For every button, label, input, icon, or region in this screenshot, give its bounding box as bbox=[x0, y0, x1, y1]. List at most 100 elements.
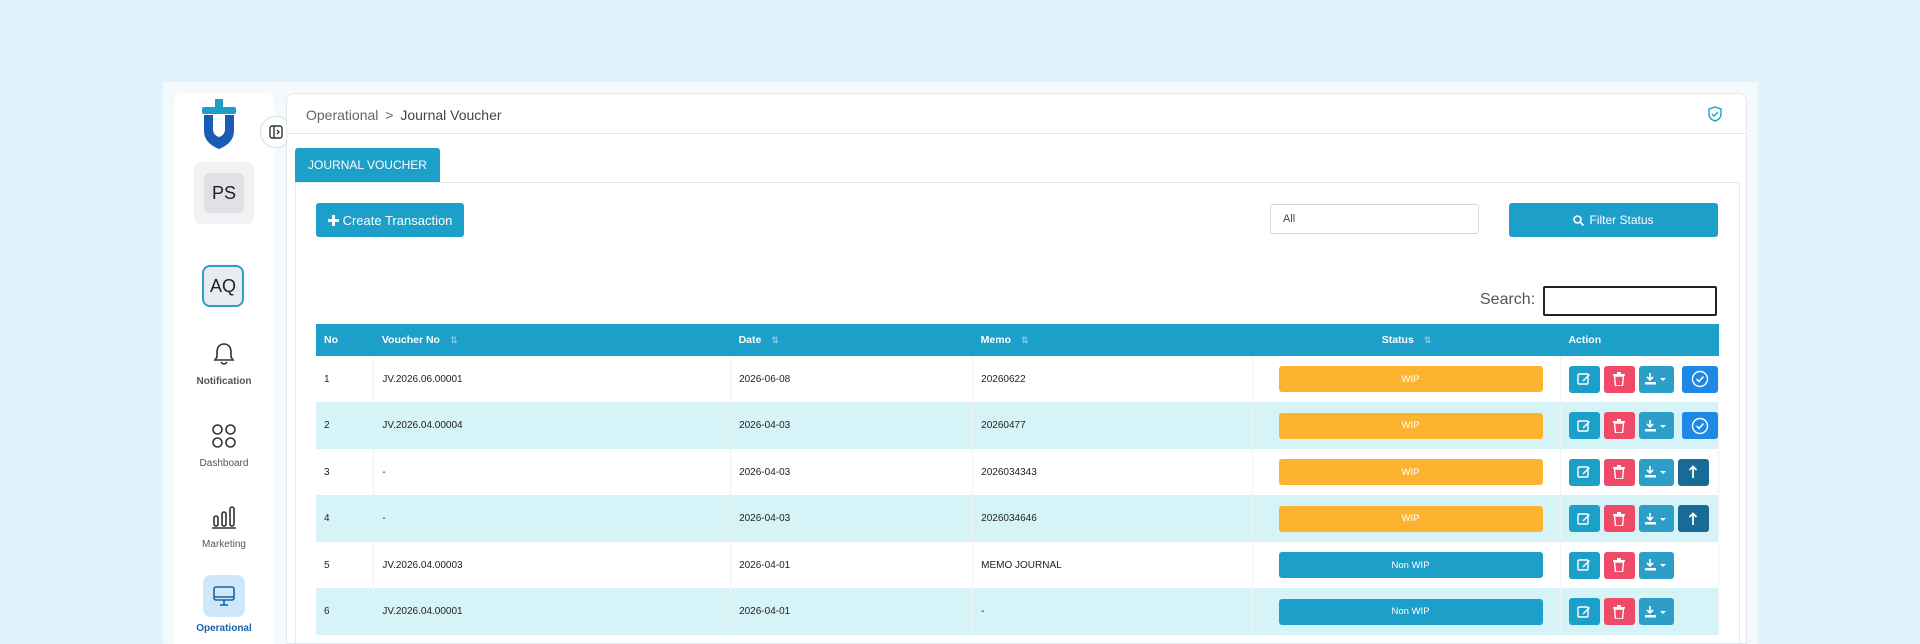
download-icon bbox=[1645, 559, 1667, 571]
sort-icon: ⇅ bbox=[771, 335, 779, 345]
edit-button[interactable] bbox=[1568, 365, 1600, 393]
delete-button[interactable] bbox=[1603, 551, 1635, 579]
status-badge: WIP bbox=[1278, 459, 1543, 485]
trash-icon bbox=[1613, 372, 1626, 386]
status-badge: Non WIP bbox=[1278, 598, 1543, 625]
cell-date: 2026-06-08 bbox=[730, 356, 974, 402]
download-dropdown-button[interactable] bbox=[1638, 598, 1674, 625]
user-profile-card[interactable]: PS bbox=[194, 162, 254, 224]
cell-status: Non WIP bbox=[1252, 588, 1561, 635]
cell-voucher-no: JV.2026.04.00003 bbox=[373, 542, 732, 588]
cell-memo: 2026034343 bbox=[972, 449, 1254, 495]
cell-date: 2026-04-03 bbox=[730, 495, 974, 542]
cell-memo: - bbox=[972, 588, 1254, 635]
cell-actions bbox=[1560, 356, 1720, 402]
filter-status-button[interactable]: Filter Status bbox=[1509, 203, 1718, 237]
cell-actions bbox=[1560, 402, 1720, 449]
edit-icon bbox=[1577, 419, 1591, 432]
upload-button[interactable] bbox=[1677, 505, 1709, 532]
status-badge: WIP bbox=[1278, 505, 1543, 532]
sidebar-item-operational[interactable]: Operational bbox=[174, 575, 274, 634]
table-row: 6 JV.2026.04.00001 2026-04-01 - Non WIP bbox=[316, 588, 1720, 635]
column-header-no[interactable]: No bbox=[316, 324, 374, 356]
sort-icon: ⇅ bbox=[449, 335, 458, 345]
filter-status-label: Filter Status bbox=[1589, 213, 1654, 227]
account-avatar[interactable]: AQ bbox=[202, 265, 244, 307]
column-header-voucher-no[interactable]: Voucher No ⇅ bbox=[373, 324, 731, 356]
cell-date: 2026-04-03 bbox=[730, 402, 974, 449]
cell-actions bbox=[1560, 542, 1720, 588]
column-header-status[interactable]: Status ⇅ bbox=[1252, 324, 1561, 356]
sort-icon: ⇅ bbox=[1423, 335, 1432, 345]
shield-check-icon bbox=[1708, 106, 1722, 127]
cell-status: WIP bbox=[1252, 356, 1561, 402]
search-icon bbox=[1573, 214, 1585, 226]
main-panel: Operational > Journal Voucher JOURNAL VO… bbox=[286, 93, 1747, 644]
search-label: Search: bbox=[1480, 291, 1536, 308]
user-avatar: PS bbox=[204, 173, 244, 213]
delete-button[interactable] bbox=[1603, 412, 1635, 439]
cell-memo: MEMO JOURNAL bbox=[972, 542, 1254, 588]
create-transaction-button[interactable]: Create Transaction bbox=[316, 203, 464, 237]
tab-journal-voucher[interactable]: JOURNAL VOUCHER bbox=[295, 148, 440, 182]
cell-no: 4 bbox=[316, 495, 375, 542]
sidebar-item-notification[interactable]: Notification bbox=[174, 340, 274, 387]
cell-date: 2026-04-03 bbox=[730, 449, 974, 495]
sidebar-item-label: Dashboard bbox=[199, 458, 249, 469]
delete-button[interactable] bbox=[1603, 505, 1635, 532]
delete-button[interactable] bbox=[1603, 598, 1635, 625]
edit-button[interactable] bbox=[1568, 598, 1600, 625]
cell-actions bbox=[1560, 495, 1720, 542]
trash-icon bbox=[1613, 558, 1626, 572]
cell-actions bbox=[1560, 588, 1720, 635]
sidebar-toggle-icon bbox=[269, 125, 283, 139]
sidebar-item-label: Operational bbox=[196, 623, 252, 634]
top-bar: Operational > Journal Voucher bbox=[287, 94, 1746, 134]
table-header-row: No Voucher No ⇅ Date ⇅ Memo ⇅ Status ⇅ Actio… bbox=[316, 324, 1719, 356]
table-row: 2 JV.2026.04.00004 2026-04-03 20260477 W… bbox=[316, 402, 1720, 449]
breadcrumb-parent[interactable]: Operational bbox=[306, 107, 378, 123]
trash-icon bbox=[1613, 418, 1626, 433]
column-header-date[interactable]: Date ⇅ bbox=[730, 324, 973, 356]
sort-icon: ⇅ bbox=[1020, 335, 1029, 345]
edit-icon bbox=[1577, 605, 1591, 618]
cell-date: 2026-04-01 bbox=[730, 542, 974, 588]
column-header-memo[interactable]: Memo ⇅ bbox=[972, 324, 1253, 356]
download-dropdown-button[interactable] bbox=[1638, 458, 1674, 486]
trash-icon bbox=[1613, 511, 1626, 526]
sidebar-item-dashboard[interactable]: Dashboard bbox=[174, 422, 274, 469]
arrow-up-icon bbox=[1689, 465, 1698, 478]
table-row: 5 JV.2026.04.00003 2026-04-01 MEMO JOURN… bbox=[316, 542, 1720, 588]
cell-voucher-no: - bbox=[373, 449, 732, 495]
download-dropdown-button[interactable] bbox=[1638, 365, 1674, 393]
edit-button[interactable] bbox=[1568, 551, 1600, 579]
bar-chart-icon bbox=[210, 503, 238, 531]
download-icon bbox=[1645, 512, 1667, 524]
table-row: 4 - 2026-04-03 2026034646 WIP bbox=[316, 495, 1720, 542]
edit-icon bbox=[1577, 512, 1591, 525]
edit-button[interactable] bbox=[1568, 505, 1600, 532]
delete-button[interactable] bbox=[1603, 458, 1635, 486]
download-dropdown-button[interactable] bbox=[1638, 505, 1674, 532]
edit-button[interactable] bbox=[1568, 458, 1600, 486]
delete-button[interactable] bbox=[1603, 365, 1635, 393]
upload-button[interactable] bbox=[1677, 458, 1709, 486]
sidebar-item-label: Notification bbox=[196, 376, 252, 387]
status-select[interactable]: All bbox=[1270, 204, 1479, 234]
breadcrumb: Operational > Journal Voucher bbox=[306, 107, 502, 123]
search-input[interactable] bbox=[1543, 286, 1717, 316]
cell-date: 2026-04-01 bbox=[730, 588, 974, 635]
cell-status: WIP bbox=[1252, 449, 1561, 495]
sidebar-item-marketing[interactable]: Marketing bbox=[174, 503, 274, 550]
check-circle-icon bbox=[1691, 370, 1709, 388]
edit-button[interactable] bbox=[1568, 412, 1600, 439]
download-dropdown-button[interactable] bbox=[1638, 551, 1674, 579]
download-dropdown-button[interactable] bbox=[1638, 412, 1674, 439]
cell-memo: 20260622 bbox=[972, 356, 1254, 402]
approve-button[interactable] bbox=[1681, 412, 1718, 439]
approve-button[interactable] bbox=[1681, 365, 1718, 393]
cell-voucher-no: JV.2026.06.00001 bbox=[373, 356, 732, 402]
cell-no: 6 bbox=[316, 588, 375, 635]
download-icon bbox=[1645, 605, 1667, 617]
breadcrumb-separator: > bbox=[385, 107, 394, 123]
